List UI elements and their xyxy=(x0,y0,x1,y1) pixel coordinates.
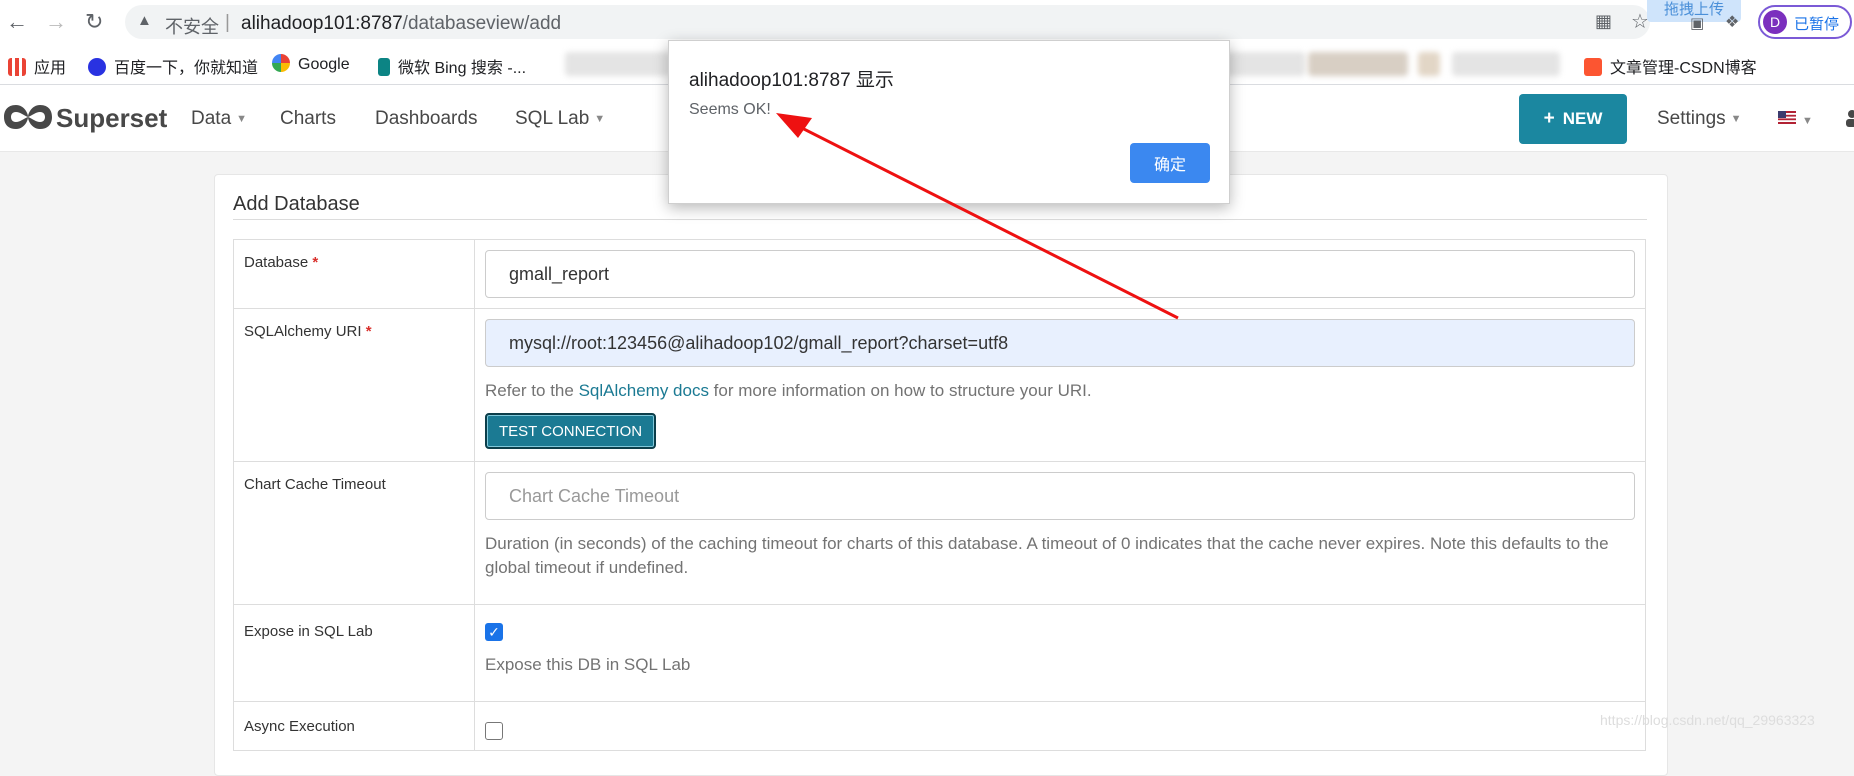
nav-data[interactable]: Data ▼ xyxy=(191,108,247,130)
browser-toolbar: ← → ↻ ▲ 不安全 | alihadoop101:8787/database… xyxy=(0,0,1854,44)
bookmark-baidu[interactable]: 百度一下，你就知道 xyxy=(88,54,258,78)
caret-down-icon: ▼ xyxy=(1802,115,1813,127)
warning-icon: ▲ xyxy=(137,12,152,29)
bookmark-bing[interactable]: 微软 Bing 搜索 -... xyxy=(378,54,526,78)
form-row-uri: SQLAlchemy URI * Refer to the SqlAlchemy… xyxy=(233,308,1646,462)
expose-help: Expose this DB in SQL Lab xyxy=(485,655,691,674)
page-title: Add Database xyxy=(233,193,360,215)
bookmark-label: 微软 Bing 搜索 -... xyxy=(398,60,527,77)
bing-icon xyxy=(378,58,390,76)
database-input[interactable] xyxy=(485,250,1635,298)
nav-settings[interactable]: Settings ▼ xyxy=(1657,108,1742,130)
new-button-label: NEW xyxy=(1562,109,1603,128)
url-text[interactable]: alihadoop101:8787/databaseview/add xyxy=(241,13,561,35)
csdn-icon xyxy=(1584,58,1602,76)
form-row-async: Async Execution xyxy=(233,701,1646,751)
help-text: for more information on how to structure… xyxy=(708,381,1092,400)
sqlalchemy-docs-link[interactable]: SqlAlchemy docs xyxy=(579,381,709,400)
forward-icon[interactable]: → xyxy=(45,10,67,34)
blurred-bookmark xyxy=(565,52,670,76)
blurred-bookmark xyxy=(1308,52,1408,76)
check-icon: ✓ xyxy=(488,624,500,640)
watermark: https://blog.csdn.net/qq_29963323 xyxy=(1600,712,1815,728)
add-database-panel: Add Database Database * SQLAlchemy URI *… xyxy=(214,174,1668,776)
us-flag-icon[interactable] xyxy=(1778,111,1796,124)
cache-timeout-input[interactable] xyxy=(485,472,1635,520)
title-divider xyxy=(233,219,1647,220)
url-separator: | xyxy=(225,12,230,33)
async-label: Async Execution xyxy=(233,701,475,751)
bookmark-label: Google xyxy=(298,56,350,73)
blurred-bookmark xyxy=(1225,52,1305,76)
dialog-ok-button[interactable]: 确定 xyxy=(1130,143,1210,183)
caret-down-icon: ▼ xyxy=(594,113,606,125)
database-label: Database * xyxy=(233,239,475,309)
async-checkbox[interactable] xyxy=(485,722,503,740)
user-icon[interactable] xyxy=(1844,108,1854,128)
nav-label: Charts xyxy=(280,108,336,129)
url-path: /databaseview/add xyxy=(402,13,562,34)
caret-down-icon: ▼ xyxy=(1730,113,1742,125)
nav-label: Settings xyxy=(1657,108,1726,129)
nav-label: SQL Lab xyxy=(515,108,590,129)
avatar: D xyxy=(1763,10,1787,34)
nav-label: Dashboards xyxy=(375,108,478,129)
reload-icon[interactable]: ↻ xyxy=(85,10,103,34)
nav-sqllab[interactable]: SQL Lab ▼ xyxy=(515,108,605,130)
profile-status: 已暂停 xyxy=(1794,16,1840,33)
baidu-paw-icon xyxy=(88,58,106,76)
form-row-expose: Expose in SQL Lab ✓ Expose this DB in SQ… xyxy=(233,604,1646,702)
expose-label: Expose in SQL Lab xyxy=(233,604,475,702)
test-connection-button[interactable]: TEST CONNECTION xyxy=(485,413,657,449)
bookmark-label: 百度一下，你就知道 xyxy=(114,60,259,77)
cache-cell: Duration (in seconds) of the caching tim… xyxy=(474,461,1646,605)
cache-label: Chart Cache Timeout xyxy=(233,461,475,605)
new-button[interactable]: + NEW xyxy=(1519,94,1627,144)
blurred-bookmark xyxy=(1452,52,1560,76)
help-text: Refer to the xyxy=(485,381,579,400)
blurred-bookmark xyxy=(1418,52,1440,76)
back-icon[interactable]: ← xyxy=(6,10,28,34)
plus-icon: + xyxy=(1543,108,1555,129)
label-text: Database xyxy=(244,254,309,271)
required-marker: * xyxy=(365,323,372,340)
required-marker: * xyxy=(312,254,319,271)
url-host: alihadoop101:8787 xyxy=(241,13,403,34)
apps-grid-icon xyxy=(8,58,26,76)
expose-cell: ✓ Expose this DB in SQL Lab xyxy=(474,604,1646,702)
address-bar[interactable]: ▲ 不安全 | alihadoop101:8787/databaseview/a… xyxy=(125,5,1650,39)
sqlalchemy-uri-input[interactable] xyxy=(485,319,1635,367)
dialog-title: alihadoop101:8787 显示 xyxy=(689,70,894,91)
bookmark-google[interactable]: Google xyxy=(272,54,350,74)
translate-icon[interactable]: ▦ xyxy=(1595,11,1612,32)
database-cell xyxy=(474,239,1646,309)
superset-logo-icon[interactable] xyxy=(2,101,54,133)
alert-dialog: alihadoop101:8787 显示 Seems OK! 确定 xyxy=(668,40,1230,204)
async-cell xyxy=(474,701,1646,751)
database-form: Database * SQLAlchemy URI * Refer to the… xyxy=(233,239,1646,751)
uri-cell: Refer to the SqlAlchemy docs for more in… xyxy=(474,308,1646,462)
nav-label: Data xyxy=(191,108,232,129)
bookmark-label: 文章管理-CSDN博客 xyxy=(1610,60,1757,77)
extension-icon[interactable]: ▣ xyxy=(1690,14,1704,32)
puzzle-icon[interactable]: ❖ xyxy=(1725,12,1739,32)
nav-dashboards[interactable]: Dashboards xyxy=(375,108,477,130)
cache-help: Duration (in seconds) of the caching tim… xyxy=(485,534,1609,577)
bookmark-label: 应用 xyxy=(34,60,67,77)
uri-label: SQLAlchemy URI * xyxy=(233,308,475,462)
bookmark-apps[interactable]: 应用 xyxy=(8,54,66,78)
nav-charts[interactable]: Charts xyxy=(280,108,336,130)
bookmark-csdn[interactable]: 文章管理-CSDN博客 xyxy=(1584,54,1757,78)
form-row-database: Database * xyxy=(233,239,1646,309)
uri-help: Refer to the SqlAlchemy docs for more in… xyxy=(485,379,1635,403)
form-row-cache: Chart Cache Timeout Duration (in seconds… xyxy=(233,461,1646,605)
profile-button[interactable]: D 已暂停 xyxy=(1758,5,1852,39)
dialog-message: Seems OK! xyxy=(689,101,771,118)
google-icon xyxy=(272,54,290,72)
caret-down-icon: ▼ xyxy=(236,113,248,125)
label-text: SQLAlchemy URI xyxy=(244,323,362,340)
brand-name[interactable]: Superset xyxy=(56,103,167,134)
insecure-label: 不安全 xyxy=(165,17,219,37)
expose-checkbox[interactable]: ✓ xyxy=(485,623,503,641)
